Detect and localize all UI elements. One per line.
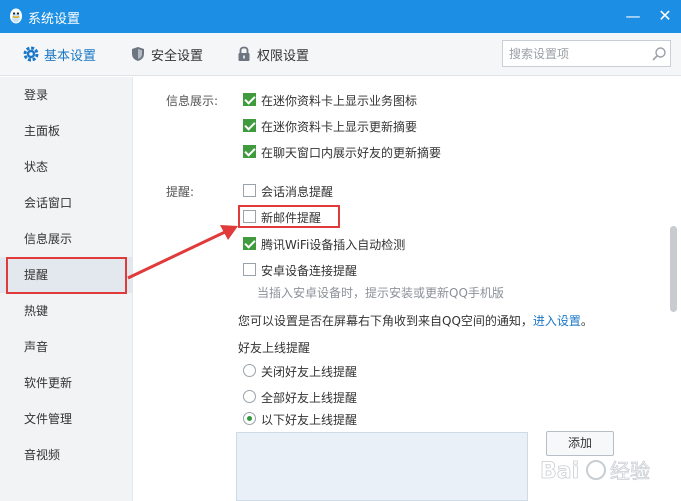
all-friend-online-label: 全部好友上线提醒 bbox=[261, 391, 358, 405]
show-update-summary-checkbox[interactable] bbox=[243, 119, 256, 132]
lock-icon bbox=[238, 46, 250, 61]
search-icon[interactable] bbox=[651, 46, 667, 62]
tab-basic-settings[interactable]: 基本设置 bbox=[22, 44, 112, 64]
session-message-reminder-label: 会话消息提醒 bbox=[261, 185, 334, 199]
settings-tab-bar: 基本设置 安全设置 权限设置 bbox=[0, 33, 681, 76]
chat-update-summary-checkbox[interactable] bbox=[243, 145, 256, 158]
chat-update-summary-label: 在聊天窗口内展示好友的更新摘要 bbox=[261, 146, 442, 160]
sidebar-item-file-management[interactable]: 文件管理 bbox=[0, 401, 133, 437]
show-business-icon-checkbox[interactable] bbox=[243, 93, 256, 106]
selected-friend-online-label: 以下好友上线提醒 bbox=[261, 413, 358, 427]
show-update-summary-label: 在迷你资料卡上显示更新摘要 bbox=[261, 120, 418, 134]
sidebar-item-audio-video[interactable]: 音视频 bbox=[0, 437, 133, 473]
sidebar-item-software-update[interactable]: 软件更新 bbox=[0, 365, 133, 401]
wifi-device-detect-label: 腾讯WiFi设备插入自动检测 bbox=[261, 238, 406, 252]
show-business-icon-label: 在迷你资料卡上显示业务图标 bbox=[261, 94, 418, 108]
reminder-section-label: 提醒: bbox=[166, 185, 195, 199]
tab-label: 基本设置 bbox=[44, 49, 97, 64]
content-scrollbar[interactable] bbox=[670, 226, 677, 312]
window-title: 系统设置 bbox=[28, 12, 81, 27]
sidebar-item-chat-window[interactable]: 会话窗口 bbox=[0, 185, 133, 221]
sidebar-item-status[interactable]: 状态 bbox=[0, 149, 133, 185]
qzone-notice-body: 您可以设置是否在屏幕右下角收到来自QQ空间的通知， bbox=[238, 314, 533, 328]
selected-friend-online-radio[interactable] bbox=[243, 412, 256, 425]
sidebar-item-login[interactable]: 登录 bbox=[0, 77, 133, 113]
svg-text:Bai: Bai bbox=[540, 459, 579, 484]
sidebar-item-hotkeys[interactable]: 热键 bbox=[0, 293, 133, 329]
qzone-notice-period: 。 bbox=[580, 314, 593, 328]
qzone-settings-link[interactable]: 进入设置 bbox=[533, 314, 581, 328]
qzone-notice-text: 您可以设置是否在屏幕右下角收到来自QQ空间的通知，进入设置。 bbox=[238, 312, 593, 329]
friend-online-title: 好友上线提醒 bbox=[238, 341, 311, 355]
svg-text:经验: 经验 bbox=[610, 459, 650, 483]
tab-permission-settings[interactable]: 权限设置 bbox=[235, 44, 325, 64]
close-button[interactable]: ✕ bbox=[654, 6, 676, 26]
tab-label: 权限设置 bbox=[257, 49, 310, 64]
search-input[interactable] bbox=[509, 45, 645, 63]
session-message-reminder-checkbox[interactable] bbox=[243, 184, 256, 197]
minimize-button[interactable]: — bbox=[622, 6, 644, 26]
tab-security-settings[interactable]: 安全设置 bbox=[129, 44, 219, 64]
shield-icon bbox=[132, 47, 144, 61]
sidebar-item-sound[interactable]: 声音 bbox=[0, 329, 133, 365]
highlight-box-sidebar-reminder bbox=[6, 257, 127, 294]
sidebar-item-main-panel[interactable]: 主面板 bbox=[0, 113, 133, 149]
gear-icon bbox=[23, 46, 39, 62]
sidebar-item-info-display[interactable]: 信息展示 bbox=[0, 221, 133, 257]
close-friend-online-label: 关闭好友上线提醒 bbox=[261, 365, 358, 379]
annotation-arrow-icon bbox=[127, 225, 238, 280]
android-connect-reminder-label: 安卓设备连接提醒 bbox=[261, 264, 358, 278]
close-friend-online-radio[interactable] bbox=[243, 364, 256, 377]
info-display-section-label: 信息展示: bbox=[166, 94, 219, 108]
qq-penguin-icon bbox=[10, 8, 22, 24]
title-bar: 系统设置 — ✕ bbox=[0, 0, 681, 33]
tab-label: 安全设置 bbox=[151, 49, 204, 64]
highlight-box-new-mail bbox=[238, 205, 340, 228]
settings-search-box[interactable] bbox=[502, 40, 671, 67]
baidu-watermark-logo: Bai 经验 bbox=[540, 459, 651, 485]
android-hint-text: 当插入安卓设备时，提示安装或更新QQ手机版 bbox=[257, 286, 504, 300]
friend-online-list[interactable] bbox=[236, 432, 528, 501]
all-friend-online-radio[interactable] bbox=[243, 390, 256, 403]
